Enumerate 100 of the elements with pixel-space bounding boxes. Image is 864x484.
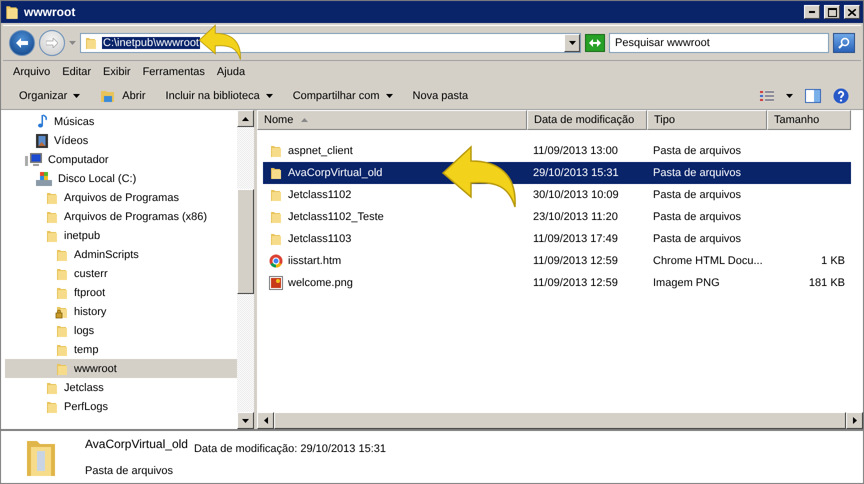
tree-item[interactable]: AdminScripts bbox=[5, 245, 237, 264]
tree-item[interactable]: Músicas bbox=[5, 112, 237, 131]
folder-icon bbox=[55, 286, 69, 300]
folder-icon bbox=[269, 210, 283, 224]
tree-item[interactable]: logs bbox=[5, 321, 237, 340]
file-row[interactable]: welcome.png 11/09/2013 12:59 Imagem PNG 181 KB bbox=[263, 272, 851, 294]
tree-item[interactable]: ftproot bbox=[5, 283, 237, 302]
history-dropdown-icon bbox=[69, 41, 76, 45]
selected-item-name: AvaCorpVirtual_old bbox=[85, 437, 188, 453]
folder-icon bbox=[269, 144, 283, 158]
folder-icon bbox=[55, 362, 69, 376]
file-row[interactable]: AvaCorpVirtual_old 29/10/2013 15:31 Pasta de arquivos bbox=[263, 162, 851, 184]
dropdown-arrow-icon bbox=[73, 94, 80, 98]
modified-date: 11/09/2013 12:59 bbox=[532, 255, 619, 267]
back-arrow-icon bbox=[16, 38, 28, 48]
up-arrow-icon bbox=[242, 116, 249, 120]
file-row[interactable]: Jetclass1102_Teste 23/10/2013 11:20 Pasta de arquivos bbox=[263, 206, 851, 228]
back-button[interactable] bbox=[9, 30, 35, 56]
left-arrow-icon bbox=[264, 417, 268, 424]
scroll-right-button[interactable] bbox=[846, 412, 863, 429]
help-icon bbox=[833, 88, 849, 104]
folder-icon bbox=[55, 342, 69, 356]
tree-item[interactable]: temp bbox=[5, 340, 237, 359]
music-note-icon bbox=[35, 114, 49, 130]
tree-item[interactable]: Jetclass bbox=[5, 378, 237, 397]
file-type: Pasta de arquivos bbox=[652, 211, 742, 223]
file-name: aspnet_client bbox=[263, 144, 527, 158]
locked-folder-icon bbox=[55, 304, 69, 318]
tree-item[interactable]: inetpub bbox=[5, 226, 237, 245]
details-view-icon bbox=[760, 90, 774, 102]
preview-pane-icon bbox=[805, 89, 821, 103]
file-name: AvaCorpVirtual_old bbox=[263, 166, 527, 180]
column-header[interactable]: Data de modificação bbox=[527, 110, 647, 130]
file-size: 1 KB bbox=[820, 255, 846, 267]
file-size: 181 KB bbox=[808, 277, 846, 289]
file-row[interactable]: iisstart.htm 11/09/2013 12:59 Chrome HTML Docu... 1 KB bbox=[263, 250, 851, 272]
modified-date: 29/10/2013 15:31 bbox=[532, 167, 620, 179]
scrollbar-thumb[interactable] bbox=[274, 412, 846, 429]
tree-item[interactable]: history bbox=[5, 302, 237, 321]
search-field[interactable]: Pesquisar wwwroot bbox=[609, 33, 829, 53]
window-title: wwwroot bbox=[24, 5, 76, 19]
folder-icon bbox=[45, 210, 59, 224]
tree-item[interactable]: custerr bbox=[5, 264, 237, 283]
toolbar-button[interactable]: Compartilhar com bbox=[284, 88, 401, 104]
refresh-button[interactable] bbox=[585, 34, 605, 52]
maximize-icon bbox=[828, 8, 836, 16]
search-button[interactable] bbox=[833, 33, 855, 53]
drive-icon bbox=[35, 170, 53, 186]
toolbar-button[interactable]: Incluir na biblioteca bbox=[158, 88, 281, 104]
tree-item[interactable]: Disco Local (C:) bbox=[5, 169, 237, 188]
file-type: Pasta de arquivos bbox=[652, 189, 742, 201]
toolbar-button[interactable]: Organizar bbox=[11, 88, 88, 104]
tree-item[interactable]: Arquivos de Programas (x86) bbox=[5, 207, 237, 226]
folder-icon bbox=[55, 248, 69, 262]
modified-date: 23/10/2013 11:20 bbox=[532, 211, 619, 223]
scroll-down-button[interactable] bbox=[237, 412, 254, 429]
address-field[interactable]: C:\inetpub\wwwroot bbox=[80, 33, 581, 53]
dropdown-arrow-icon bbox=[266, 94, 273, 98]
tree-item[interactable]: Arquivos de Programas bbox=[5, 188, 237, 207]
menu-item[interactable]: Editar bbox=[56, 66, 98, 78]
column-header[interactable]: Nome bbox=[257, 110, 527, 130]
folder-icon bbox=[45, 228, 59, 242]
forward-button[interactable] bbox=[39, 30, 65, 56]
dropdown-arrow-icon bbox=[568, 41, 576, 45]
dropdown-arrow-icon bbox=[786, 94, 793, 98]
file-row[interactable]: Jetclass1103 11/09/2013 17:49 Pasta de arquivos bbox=[263, 228, 851, 250]
sort-arrow-icon bbox=[301, 118, 308, 122]
close-button[interactable] bbox=[844, 5, 860, 19]
column-header[interactable]: Tipo bbox=[647, 110, 767, 130]
minimize-icon bbox=[809, 11, 815, 13]
menu-item[interactable]: Exibir bbox=[97, 66, 137, 78]
menu-item[interactable]: Ferramentas bbox=[136, 66, 211, 78]
column-header[interactable]: Tamanho bbox=[767, 110, 851, 130]
minimize-button[interactable] bbox=[804, 5, 820, 19]
tree-item[interactable]: PerfLogs bbox=[5, 397, 237, 416]
tree-item[interactable]: Vídeos bbox=[5, 131, 237, 150]
file-type: Pasta de arquivos bbox=[652, 167, 742, 179]
file-type: Chrome HTML Docu... bbox=[652, 255, 764, 267]
folder-icon bbox=[4, 4, 20, 20]
scroll-up-button[interactable] bbox=[237, 110, 254, 127]
film-icon bbox=[35, 132, 49, 148]
scrollbar-thumb[interactable] bbox=[237, 189, 254, 294]
search-icon bbox=[838, 37, 850, 49]
file-row[interactable]: aspnet_client 11/09/2013 13:00 Pasta de arquivos bbox=[263, 140, 851, 162]
scroll-left-button[interactable] bbox=[257, 412, 274, 429]
toolbar-button[interactable]: Nova pasta bbox=[404, 88, 476, 104]
right-arrow-icon bbox=[852, 417, 856, 424]
menu-item[interactable]: Arquivo bbox=[7, 66, 56, 78]
menu-item[interactable]: Ajuda bbox=[210, 66, 252, 78]
maximize-button[interactable] bbox=[824, 5, 840, 19]
file-type: Pasta de arquivos bbox=[652, 233, 742, 245]
folder-icon bbox=[84, 36, 98, 50]
modified-date: 30/10/2013 10:09 bbox=[532, 189, 620, 201]
file-row[interactable]: Jetclass1102 30/10/2013 10:09 Pasta de arquivos bbox=[263, 184, 851, 206]
tree-item[interactable]: Computador bbox=[5, 150, 237, 169]
file-name: Jetclass1103 bbox=[263, 232, 527, 246]
address-dropdown-button[interactable] bbox=[564, 34, 580, 52]
open-folder-icon bbox=[100, 89, 116, 103]
toolbar-button[interactable]: Abrir bbox=[92, 87, 154, 105]
tree-item[interactable]: wwwroot bbox=[5, 359, 237, 378]
